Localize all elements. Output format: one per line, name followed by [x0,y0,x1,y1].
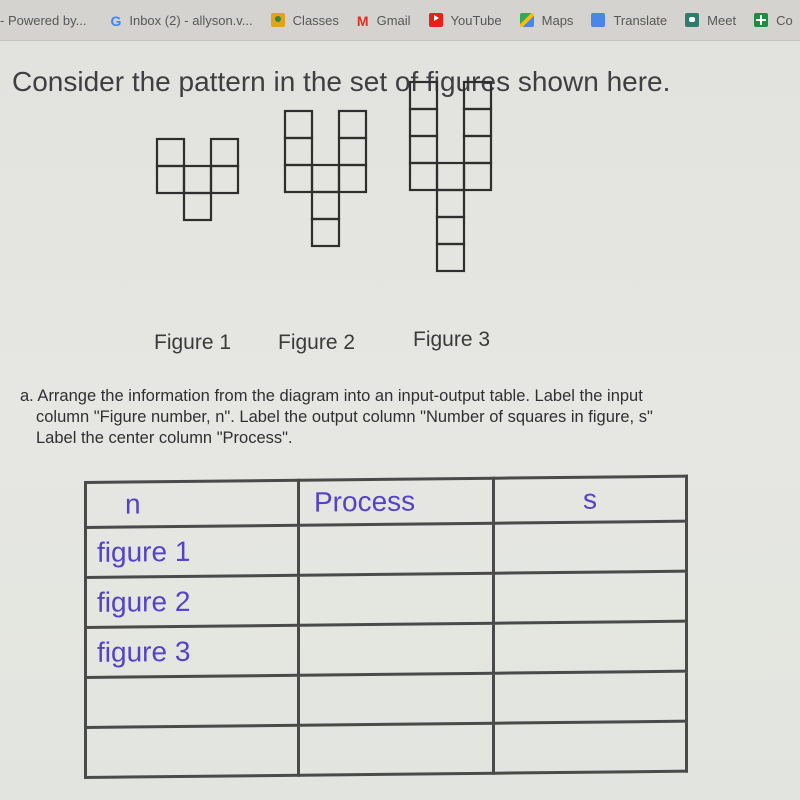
square [283,109,314,140]
square [337,109,368,140]
maps-icon [519,13,534,27]
bookmark-maps[interactable]: Maps [519,12,574,28]
meet-icon [685,13,700,27]
question-line-1: a. Arrange the information from the diag… [20,387,643,405]
figure-3 [408,80,493,273]
bookmark-gmail[interactable]: M Gmail [356,12,411,30]
table-header-row: n Process s [85,476,687,528]
bookmark-label: Meet [707,12,737,28]
square [435,188,466,219]
table-row: figure 2 [85,571,687,628]
gmail-icon: M [356,13,369,29]
bookmark-label: Co [776,12,793,28]
youtube-icon [428,13,443,27]
question-line-2: column "Figure number, n". Label the out… [36,408,653,426]
bookmark-label: Translate [613,12,668,28]
cell-process[interactable] [298,523,494,576]
bookmark-classes[interactable]: Classes [270,12,339,28]
table-row [85,721,687,778]
table-row: figure 3 [85,621,687,678]
bookmark-meet[interactable]: Meet [685,13,736,28]
bookmark-label: Inbox (2) - allyson.v... [129,12,253,28]
square [462,80,493,111]
square [310,190,341,221]
square [283,136,314,167]
square [337,136,368,167]
question-a: a. Arrange the information from the diag… [20,386,800,449]
bookmark-label: - Powered by... [0,12,87,28]
cell-process[interactable] [298,723,494,776]
square [462,161,493,192]
square [155,137,186,168]
question-line-3: Label the center column "Process". [36,429,293,447]
cell-process[interactable] [298,573,494,626]
table-row: figure 1 [85,521,687,578]
square [408,134,439,165]
square [435,242,466,273]
bookmark-label: Gmail [376,12,411,28]
table-row [85,671,687,728]
square [408,80,439,111]
header-s: s [493,476,687,524]
cell-n[interactable] [85,725,299,778]
bookmarks-bar: - Powered by... G Inbox (2) - allyson.v.… [0,0,800,41]
square [209,137,240,168]
cell-n[interactable]: figure 1 [85,525,299,578]
cell-s[interactable] [493,571,687,624]
cell-n[interactable]: figure 2 [85,575,299,628]
cell-process[interactable] [298,623,494,676]
figures-diagram [155,80,493,273]
bookmark-label: YouTube [450,12,502,28]
square [209,164,240,195]
bookmark-label: Classes [292,12,339,28]
square [155,164,186,195]
square [283,163,314,194]
square [337,163,368,194]
input-output-table: n Process s figure 1 figure 2 figure 3 [84,475,688,779]
figure-2 [283,109,368,248]
square [310,163,341,194]
header-process: Process [298,478,494,526]
cell-n[interactable] [85,675,299,728]
cell-s[interactable] [493,721,687,774]
square [408,107,439,138]
header-n: n [85,480,299,528]
square [408,161,439,192]
bookmark-powered-by[interactable]: - Powered by... [0,13,86,28]
square [182,164,213,195]
square [462,134,493,165]
figure-3-label: Figure 3 [413,328,491,351]
square [310,217,341,248]
cell-s[interactable] [493,621,687,674]
google-classroom-icon [270,13,285,27]
figure-1 [155,137,240,222]
sheets-icon [754,13,769,27]
bookmark-sheets[interactable]: Co [754,13,793,28]
square [435,161,466,192]
cell-n[interactable]: figure 3 [85,625,299,678]
worksheet-page: Consider the pattern in the set of figur… [0,41,800,800]
square [182,191,213,222]
square [462,107,493,138]
cell-s[interactable] [493,671,687,724]
square [435,215,466,246]
translate-icon [591,13,606,27]
figure-2-label: Figure 2 [278,331,356,354]
cell-process[interactable] [298,673,494,726]
cell-s[interactable] [493,521,687,574]
figure-1-label: Figure 1 [154,331,232,354]
google-icon: G [110,13,122,29]
bookmark-inbox[interactable]: G Inbox (2) - allyson.v... [110,12,253,30]
bookmark-youtube[interactable]: YouTube [428,12,502,28]
bookmark-label: Maps [541,12,574,28]
bookmark-translate[interactable]: Translate [591,13,667,28]
